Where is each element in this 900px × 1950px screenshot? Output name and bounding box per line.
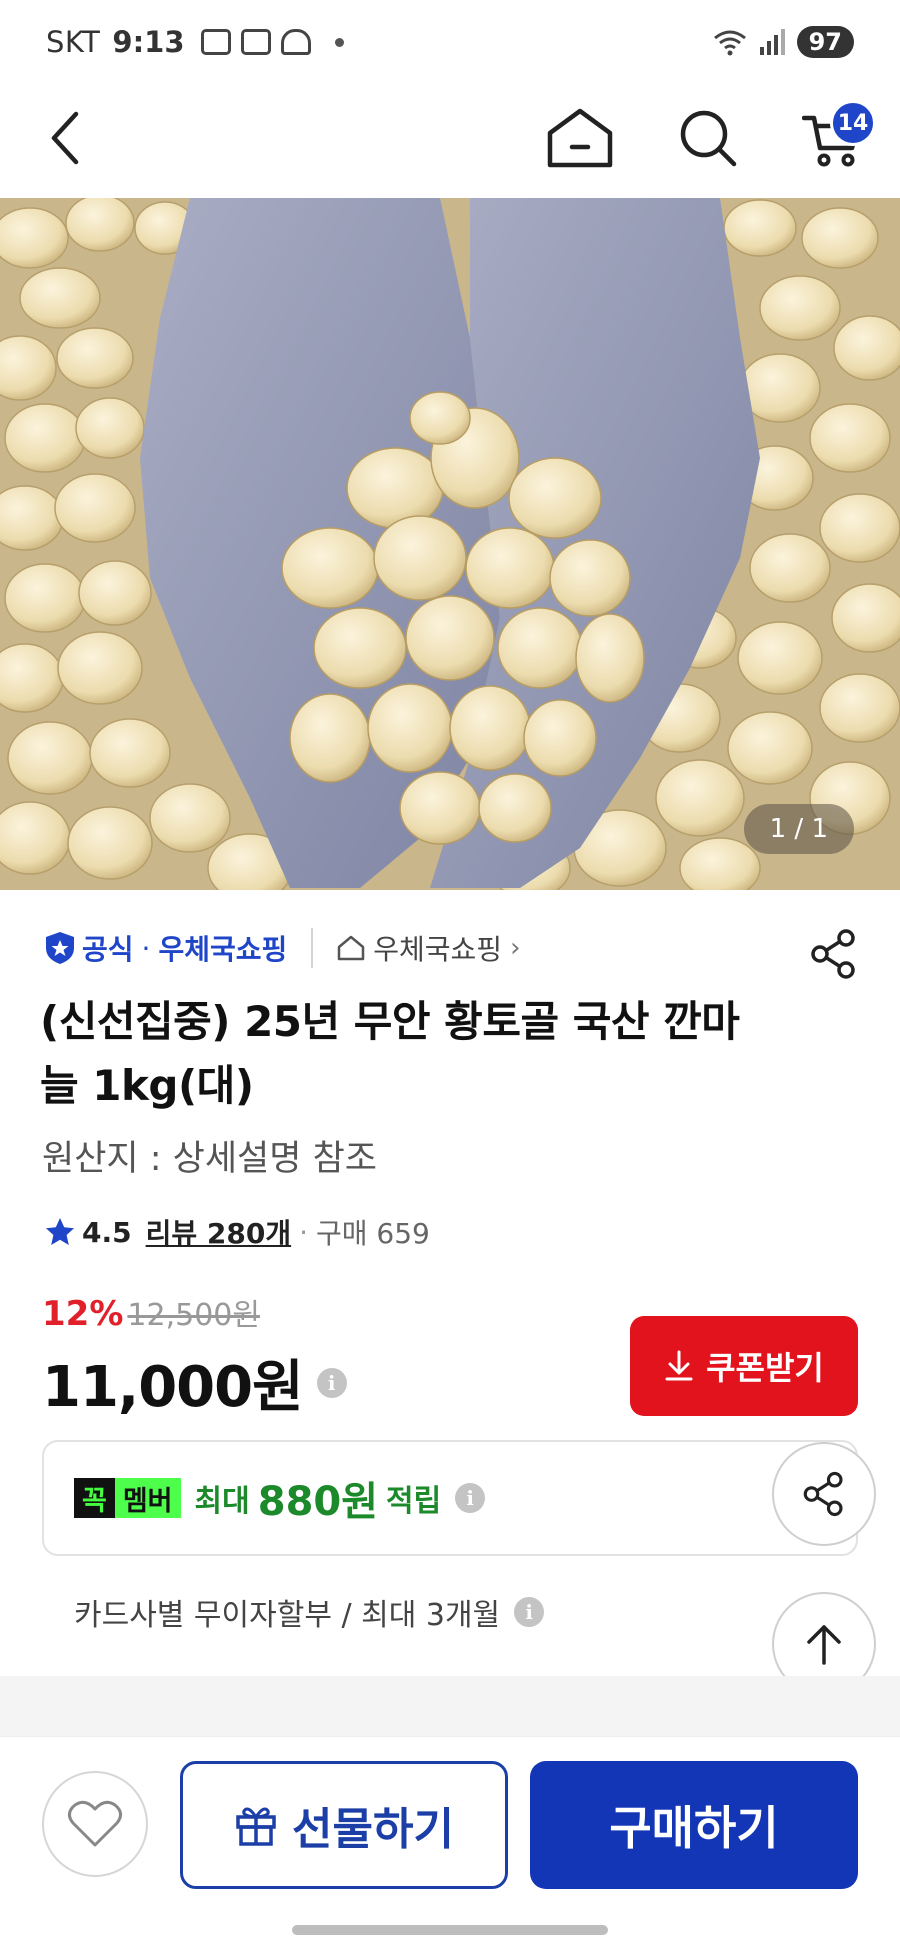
heart-icon (68, 1800, 122, 1847)
star-icon (46, 1218, 74, 1245)
back-button[interactable] (26, 98, 106, 178)
buy-label: 구매하기 (609, 1801, 779, 1855)
store-link-label: 우체국쇼핑 (373, 933, 503, 966)
product-title: (신선집중) 25년 무안 황토골 국산 깐마늘 1kg(대) (40, 997, 740, 1110)
installment-info: 카드사별 무이자할부 / 최대 3개월 i (74, 1590, 545, 1634)
share-icon (803, 1471, 843, 1517)
discount-row: 12% 12,500원 (42, 1290, 260, 1334)
installment-label: 카드사별 무이자할부 / 최대 3개월 (74, 1598, 501, 1633)
chevron-right-icon: › (510, 933, 521, 963)
screenshot-icon (200, 29, 231, 55)
clock: 9:13 (112, 25, 185, 59)
dot-separator: · (299, 1215, 308, 1249)
home-button[interactable] (540, 98, 620, 178)
calendar-icon (240, 29, 271, 55)
arrow-up-icon (807, 1625, 841, 1665)
share-button[interactable] (806, 926, 862, 982)
rating-value: 4.5 (82, 1215, 132, 1249)
section-divider (0, 1676, 900, 1736)
search-icon (680, 110, 737, 167)
top-nav-bar: 14 (0, 84, 900, 198)
home-icon (547, 108, 613, 168)
wishlist-button[interactable] (42, 1771, 148, 1877)
member-info-icon[interactable]: i (455, 1483, 486, 1513)
store-link[interactable]: 우체국쇼핑 › (337, 928, 520, 968)
coupon-button[interactable]: 쿠폰받기 (630, 1316, 858, 1416)
price-row: 11,000원 i (42, 1342, 347, 1423)
gift-button[interactable]: 선물하기 (180, 1761, 508, 1889)
search-button[interactable] (668, 98, 748, 178)
discount-rate: 12% (42, 1294, 124, 1334)
official-label: 공식 (82, 933, 134, 966)
member-suffix: 적립 (386, 1484, 442, 1519)
store-home-icon (338, 935, 365, 961)
buy-button[interactable]: 구매하기 (530, 1761, 858, 1889)
signal-icon (759, 29, 785, 55)
download-icon (665, 1350, 693, 1381)
official-badge-icon (46, 932, 74, 964)
coupon-label: 쿠폰받기 (706, 1349, 824, 1387)
gift-icon (236, 1807, 276, 1846)
battery-indicator: 97 (796, 26, 854, 58)
installment-info-icon[interactable]: i (514, 1597, 545, 1627)
shoe-icon (280, 29, 311, 55)
rating-row: 4.5 리뷰 280개 · 구매 659 (44, 1212, 430, 1252)
member-badge: 꼭 멤버 (74, 1478, 181, 1518)
product-image[interactable]: 1 / 1 (0, 198, 900, 890)
home-indicator (292, 1925, 608, 1935)
cart-button[interactable]: 14 (792, 98, 876, 178)
mall-name[interactable]: 우체국쇼핑 (158, 928, 287, 968)
purchase-count: 구매 659 (316, 1217, 430, 1250)
review-link[interactable]: 리뷰 280개 (146, 1212, 291, 1252)
bottom-action-bar: 선물하기 구매하기 (0, 1736, 900, 1950)
chevron-left-icon (51, 111, 79, 165)
origin-info: 원산지 : 상세설명 참조 (42, 1139, 377, 1179)
member-reward-box[interactable]: 꼭 멤버 최대 880원 적립 i (42, 1440, 858, 1556)
divider (311, 928, 314, 968)
original-price: 12,500원 (127, 1298, 260, 1333)
floating-share-button[interactable] (772, 1442, 876, 1546)
member-badge-k: 꼭 (74, 1478, 115, 1518)
seller-row: 공식 · 우체국쇼핑 우체국쇼핑 › (44, 928, 520, 968)
member-prefix: 최대 (194, 1484, 250, 1519)
price-info-icon[interactable]: i (316, 1367, 347, 1398)
share-icon (811, 929, 855, 979)
sale-price: 11,000원 (42, 1355, 304, 1420)
member-amount: 880원 (257, 1479, 379, 1525)
more-notifications-icon (334, 37, 344, 47)
gift-label: 선물하기 (292, 1804, 454, 1855)
member-badge-m: 멤버 (114, 1478, 181, 1518)
cart-count-badge: 14 (830, 100, 876, 146)
garlic-photo (0, 198, 900, 890)
status-bar: SKT 9:13 97 (0, 0, 900, 84)
wifi-icon (713, 30, 746, 56)
image-counter: 1 / 1 (743, 804, 854, 854)
dot-separator: · (141, 931, 151, 965)
carrier-label: SKT (46, 25, 101, 59)
notification-icons (200, 29, 344, 55)
